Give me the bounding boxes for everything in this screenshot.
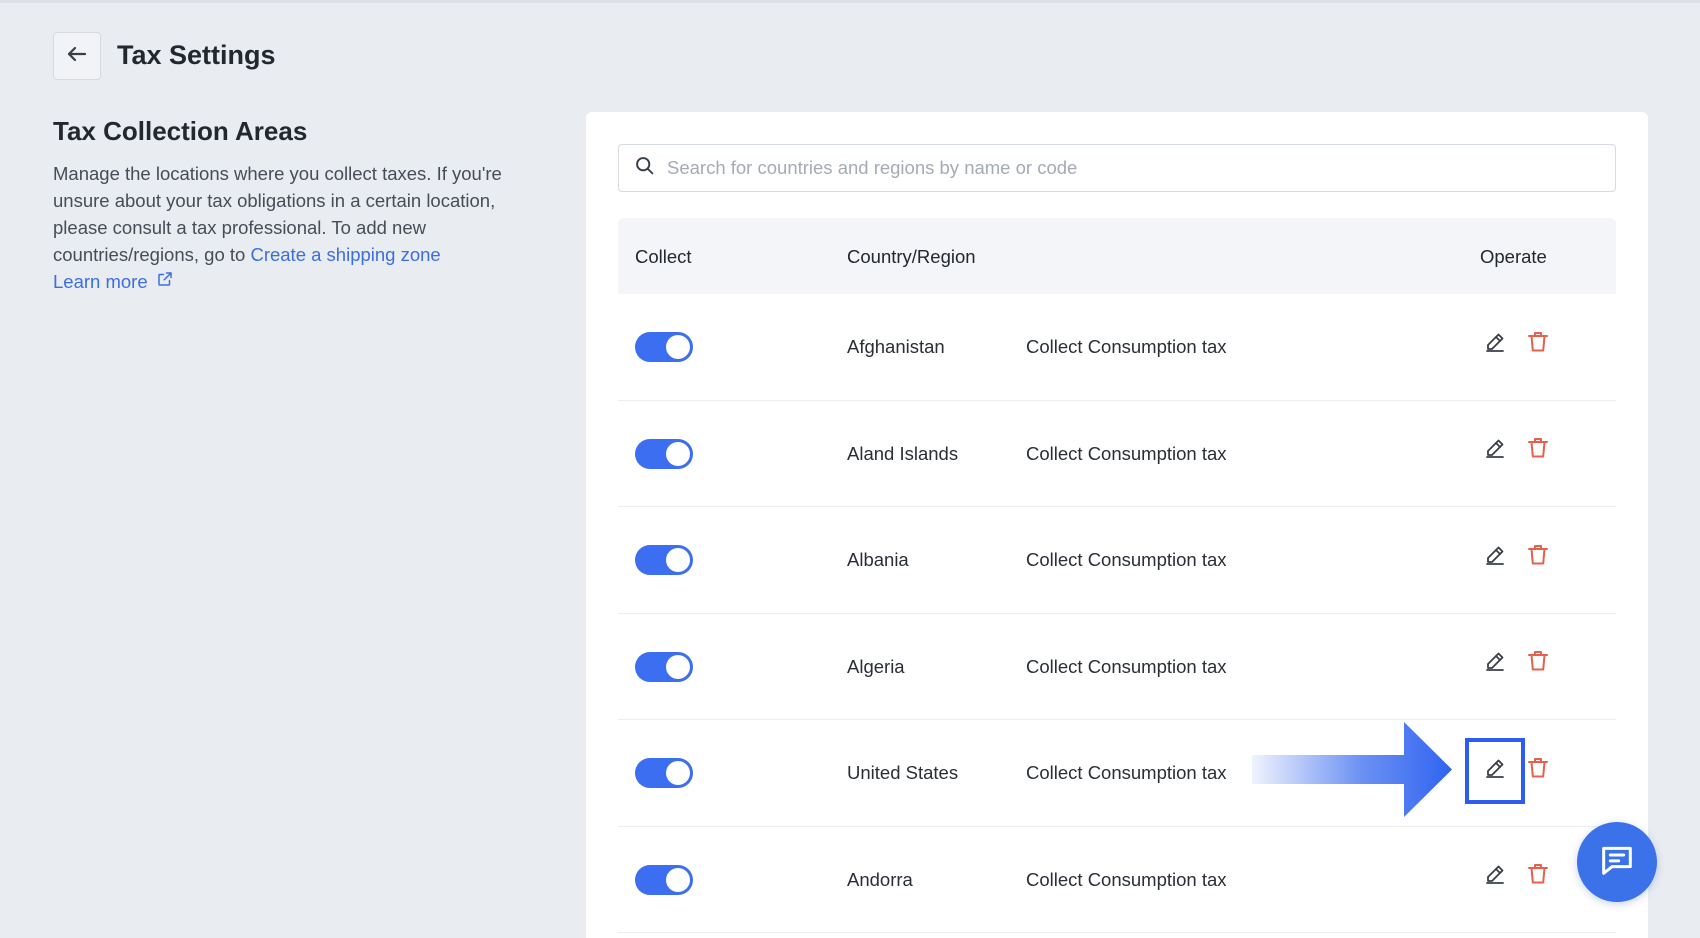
column-header-country: Country/Region xyxy=(847,246,976,267)
toggle-knob xyxy=(666,867,690,892)
collect-toggle[interactable] xyxy=(635,864,693,895)
delete-button[interactable] xyxy=(1523,862,1553,892)
table-row: Algeria Collect Consumption tax xyxy=(618,614,1616,720)
top-border xyxy=(0,0,1700,3)
trash-icon xyxy=(1526,330,1550,359)
search-box xyxy=(618,144,1616,192)
delete-button[interactable] xyxy=(1523,542,1553,572)
delete-button[interactable] xyxy=(1523,755,1553,785)
tax-areas-card: Collect Country/Region Operate Afghanist… xyxy=(586,112,1648,938)
arrow-left-icon xyxy=(65,42,89,71)
section-title: Tax Collection Areas xyxy=(53,116,308,146)
tax-type: Collect Consumption tax xyxy=(1026,655,1227,677)
chat-button[interactable] xyxy=(1577,822,1657,902)
pencil-icon xyxy=(1483,436,1507,465)
country-name: Afghanistan xyxy=(847,336,945,357)
collect-toggle[interactable] xyxy=(635,438,693,469)
column-header-operate: Operate xyxy=(1480,246,1547,267)
edit-button[interactable] xyxy=(1480,436,1510,466)
external-link-icon xyxy=(156,268,174,295)
trash-icon xyxy=(1526,543,1550,572)
table-row: Andorra Collect Consumption tax xyxy=(618,827,1616,933)
create-shipping-zone-link[interactable]: Create a shipping zone xyxy=(250,244,440,265)
tax-type: Collect Consumption tax xyxy=(1026,442,1227,464)
collect-toggle[interactable] xyxy=(635,545,693,575)
tax-areas-table: Collect Country/Region Operate Afghanist… xyxy=(618,218,1616,933)
tax-type: Collect Consumption tax xyxy=(1026,762,1227,783)
table-body: Afghanistan Collect Consumption tax Aland … xyxy=(618,294,1616,933)
toggle-knob xyxy=(666,654,690,679)
pointer-arrow-icon xyxy=(1252,722,1452,817)
pencil-icon xyxy=(1483,862,1507,891)
delete-button[interactable] xyxy=(1523,436,1553,466)
trash-icon xyxy=(1526,436,1550,465)
tax-type: Collect Consumption tax xyxy=(1026,868,1227,890)
edit-button[interactable] xyxy=(1480,862,1510,892)
collect-toggle[interactable] xyxy=(635,651,693,682)
delete-button[interactable] xyxy=(1523,329,1553,359)
table-row: Albania Collect Consumption tax xyxy=(618,507,1616,614)
country-name: United States xyxy=(847,762,959,783)
table-row: Afghanistan Collect Consumption tax xyxy=(618,294,1616,401)
toggle-knob xyxy=(666,548,690,572)
trash-icon xyxy=(1526,862,1550,891)
collect-toggle[interactable] xyxy=(635,758,693,788)
country-name: Aland Islands xyxy=(847,442,959,464)
page-title: Tax Settings xyxy=(117,40,276,70)
table-header: Collect Country/Region Operate xyxy=(618,218,1616,294)
edit-button[interactable] xyxy=(1480,649,1510,679)
tax-type: Collect Consumption tax xyxy=(1026,549,1227,570)
tax-type: Collect Consumption tax xyxy=(1026,336,1227,357)
edit-button[interactable] xyxy=(1480,329,1510,359)
edit-button[interactable] xyxy=(1480,542,1510,572)
column-header-collect: Collect xyxy=(635,246,692,267)
search-input[interactable] xyxy=(667,157,1567,179)
learn-more-label: Learn more xyxy=(53,271,148,292)
pencil-icon xyxy=(1483,543,1507,572)
section-description: Manage the locations where you collect t… xyxy=(53,160,543,295)
toggle-knob xyxy=(666,761,690,785)
collect-toggle[interactable] xyxy=(635,332,693,362)
delete-button[interactable] xyxy=(1523,649,1553,679)
learn-more-link[interactable]: Learn more xyxy=(53,268,174,295)
country-name: Algeria xyxy=(847,655,905,677)
back-button[interactable] xyxy=(53,32,101,80)
trash-icon xyxy=(1526,649,1550,678)
pencil-icon xyxy=(1483,330,1507,359)
table-row: Aland Islands Collect Consumption tax xyxy=(618,401,1616,507)
chat-icon xyxy=(1597,840,1637,885)
country-name: Andorra xyxy=(847,868,913,890)
edit-highlight-box xyxy=(1465,738,1525,804)
search-icon xyxy=(634,155,655,181)
country-name: Albania xyxy=(847,549,909,570)
pencil-icon xyxy=(1483,649,1507,678)
trash-icon xyxy=(1526,756,1550,785)
toggle-knob xyxy=(666,441,690,466)
toggle-knob xyxy=(666,335,690,359)
